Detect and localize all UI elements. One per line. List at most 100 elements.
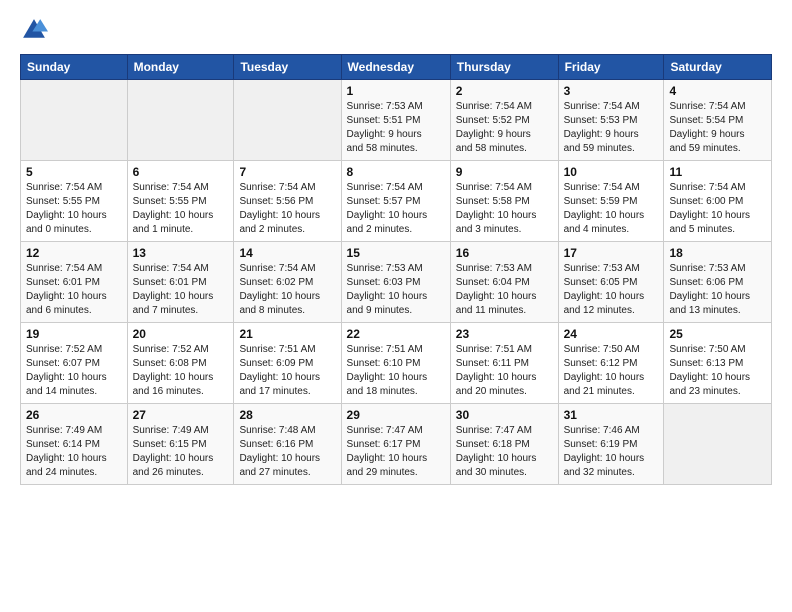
week-row-5: 26 Sunrise: 7:49 AM Sunset: 6:14 PM Dayli…	[21, 404, 772, 485]
day-info: Sunrise: 7:46 AM Sunset: 6:19 PM Dayligh…	[564, 424, 659, 480]
day-cell: 11 Sunrise: 7:54 AM Sunset: 6:00 PM Dayli…	[664, 161, 772, 242]
day-cell	[127, 80, 234, 161]
day-info: Sunrise: 7:54 AM Sunset: 5:57 PM Dayligh…	[347, 181, 445, 237]
day-cell: 12 Sunrise: 7:54 AM Sunset: 6:01 PM Dayli…	[21, 242, 128, 323]
day-cell: 4 Sunrise: 7:54 AM Sunset: 5:54 PM Daylig…	[664, 80, 772, 161]
day-number: 9	[456, 165, 553, 179]
day-number: 11	[669, 165, 766, 179]
day-info: Sunrise: 7:54 AM Sunset: 6:01 PM Dayligh…	[26, 262, 122, 318]
day-cell: 28 Sunrise: 7:48 AM Sunset: 6:16 PM Dayli…	[234, 404, 341, 485]
day-info: Sunrise: 7:48 AM Sunset: 6:16 PM Dayligh…	[239, 424, 335, 480]
day-cell: 22Sunrise: 7:51 AM Sunset: 6:10 PM Dayli…	[341, 323, 450, 404]
day-info: Sunrise: 7:54 AM Sunset: 6:00 PM Dayligh…	[669, 181, 766, 237]
day-cell: 23 Sunrise: 7:51 AM Sunset: 6:11 PM Dayli…	[450, 323, 558, 404]
weekday-header-thursday: Thursday	[450, 55, 558, 80]
day-number: 20	[133, 327, 229, 341]
day-number: 18	[669, 246, 766, 260]
day-info: Sunrise: 7:54 AM Sunset: 5:54 PM Dayligh…	[669, 100, 766, 156]
day-number: 6	[133, 165, 229, 179]
day-info: Sunrise: 7:47 AM Sunset: 6:18 PM Dayligh…	[456, 424, 553, 480]
calendar: SundayMondayTuesdayWednesdayThursdayFrid…	[20, 54, 772, 485]
day-number: 5	[26, 165, 122, 179]
day-number: 8	[347, 165, 445, 179]
day-cell: 6 Sunrise: 7:54 AM Sunset: 5:55 PM Daylig…	[127, 161, 234, 242]
day-number: 2	[456, 84, 553, 98]
day-cell: 29 Sunrise: 7:47 AM Sunset: 6:17 PM Dayli…	[341, 404, 450, 485]
week-row-3: 12 Sunrise: 7:54 AM Sunset: 6:01 PM Dayli…	[21, 242, 772, 323]
day-cell	[664, 404, 772, 485]
weekday-header-friday: Friday	[558, 55, 664, 80]
day-number: 10	[564, 165, 659, 179]
weekday-header-wednesday: Wednesday	[341, 55, 450, 80]
logo	[20, 16, 52, 44]
day-cell	[21, 80, 128, 161]
day-cell: 3Sunrise: 7:54 AM Sunset: 5:53 PM Daylig…	[558, 80, 664, 161]
day-number: 28	[239, 408, 335, 422]
day-info: Sunrise: 7:52 AM Sunset: 6:07 PM Dayligh…	[26, 343, 122, 399]
day-info: Sunrise: 7:49 AM Sunset: 6:14 PM Dayligh…	[26, 424, 122, 480]
day-cell: 5 Sunrise: 7:54 AM Sunset: 5:55 PM Daylig…	[21, 161, 128, 242]
day-info: Sunrise: 7:54 AM Sunset: 6:01 PM Dayligh…	[133, 262, 229, 318]
day-cell: 8 Sunrise: 7:54 AM Sunset: 5:57 PM Daylig…	[341, 161, 450, 242]
day-info: Sunrise: 7:53 AM Sunset: 6:04 PM Dayligh…	[456, 262, 553, 318]
day-info: Sunrise: 7:54 AM Sunset: 5:59 PM Dayligh…	[564, 181, 659, 237]
day-info: Sunrise: 7:53 AM Sunset: 6:03 PM Dayligh…	[347, 262, 445, 318]
weekday-header-row: SundayMondayTuesdayWednesdayThursdayFrid…	[21, 55, 772, 80]
day-cell: 30 Sunrise: 7:47 AM Sunset: 6:18 PM Dayli…	[450, 404, 558, 485]
day-info: Sunrise: 7:50 AM Sunset: 6:12 PM Dayligh…	[564, 343, 659, 399]
day-info: Sunrise: 7:49 AM Sunset: 6:15 PM Dayligh…	[133, 424, 229, 480]
day-info: Sunrise: 7:50 AM Sunset: 6:13 PM Dayligh…	[669, 343, 766, 399]
weekday-header-tuesday: Tuesday	[234, 55, 341, 80]
day-number: 21	[239, 327, 335, 341]
logo-icon	[20, 16, 48, 44]
day-info: Sunrise: 7:53 AM Sunset: 5:51 PM Dayligh…	[347, 100, 445, 156]
day-cell: 10 Sunrise: 7:54 AM Sunset: 5:59 PM Dayli…	[558, 161, 664, 242]
day-number: 13	[133, 246, 229, 260]
day-number: 24	[564, 327, 659, 341]
day-number: 12	[26, 246, 122, 260]
day-cell: 21Sunrise: 7:51 AM Sunset: 6:09 PM Dayli…	[234, 323, 341, 404]
day-info: Sunrise: 7:52 AM Sunset: 6:08 PM Dayligh…	[133, 343, 229, 399]
day-number: 23	[456, 327, 553, 341]
day-number: 4	[669, 84, 766, 98]
day-cell: 9Sunrise: 7:54 AM Sunset: 5:58 PM Daylig…	[450, 161, 558, 242]
weekday-header-sunday: Sunday	[21, 55, 128, 80]
week-row-1: 1 Sunrise: 7:53 AM Sunset: 5:51 PM Daylig…	[21, 80, 772, 161]
day-number: 17	[564, 246, 659, 260]
day-info: Sunrise: 7:53 AM Sunset: 6:05 PM Dayligh…	[564, 262, 659, 318]
day-cell: 2Sunrise: 7:54 AM Sunset: 5:52 PM Daylig…	[450, 80, 558, 161]
day-cell: 16Sunrise: 7:53 AM Sunset: 6:04 PM Dayli…	[450, 242, 558, 323]
day-number: 29	[347, 408, 445, 422]
day-cell: 27 Sunrise: 7:49 AM Sunset: 6:15 PM Dayli…	[127, 404, 234, 485]
day-cell: 7Sunrise: 7:54 AM Sunset: 5:56 PM Daylig…	[234, 161, 341, 242]
header	[20, 16, 772, 44]
day-cell: 31 Sunrise: 7:46 AM Sunset: 6:19 PM Dayli…	[558, 404, 664, 485]
day-cell: 1 Sunrise: 7:53 AM Sunset: 5:51 PM Daylig…	[341, 80, 450, 161]
day-info: Sunrise: 7:51 AM Sunset: 6:11 PM Dayligh…	[456, 343, 553, 399]
day-cell: 26 Sunrise: 7:49 AM Sunset: 6:14 PM Dayli…	[21, 404, 128, 485]
day-cell: 19 Sunrise: 7:52 AM Sunset: 6:07 PM Dayli…	[21, 323, 128, 404]
day-number: 3	[564, 84, 659, 98]
day-cell: 17 Sunrise: 7:53 AM Sunset: 6:05 PM Dayli…	[558, 242, 664, 323]
day-number: 14	[239, 246, 335, 260]
day-number: 1	[347, 84, 445, 98]
day-number: 19	[26, 327, 122, 341]
day-number: 26	[26, 408, 122, 422]
day-cell: 25Sunrise: 7:50 AM Sunset: 6:13 PM Dayli…	[664, 323, 772, 404]
week-row-4: 19 Sunrise: 7:52 AM Sunset: 6:07 PM Dayli…	[21, 323, 772, 404]
day-info: Sunrise: 7:51 AM Sunset: 6:10 PM Dayligh…	[347, 343, 445, 399]
day-cell: 15Sunrise: 7:53 AM Sunset: 6:03 PM Dayli…	[341, 242, 450, 323]
weekday-header-monday: Monday	[127, 55, 234, 80]
day-info: Sunrise: 7:54 AM Sunset: 5:55 PM Dayligh…	[133, 181, 229, 237]
day-cell	[234, 80, 341, 161]
weekday-header-saturday: Saturday	[664, 55, 772, 80]
day-info: Sunrise: 7:47 AM Sunset: 6:17 PM Dayligh…	[347, 424, 445, 480]
day-number: 30	[456, 408, 553, 422]
day-info: Sunrise: 7:54 AM Sunset: 5:55 PM Dayligh…	[26, 181, 122, 237]
day-cell: 13 Sunrise: 7:54 AM Sunset: 6:01 PM Dayli…	[127, 242, 234, 323]
day-number: 27	[133, 408, 229, 422]
day-number: 31	[564, 408, 659, 422]
page: SundayMondayTuesdayWednesdayThursdayFrid…	[0, 0, 792, 612]
day-cell: 20 Sunrise: 7:52 AM Sunset: 6:08 PM Dayli…	[127, 323, 234, 404]
day-number: 7	[239, 165, 335, 179]
